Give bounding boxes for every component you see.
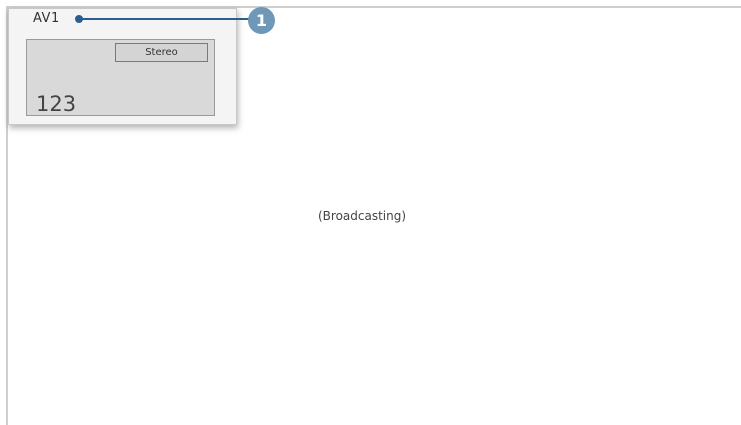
callout-number-badge: 1 <box>248 7 275 34</box>
osd-info-panel: AV1 Stereo 123 <box>8 8 237 125</box>
audio-mode-badge: Stereo <box>115 43 208 62</box>
channel-number: 123 <box>36 92 77 116</box>
channel-info-box: Stereo 123 <box>26 39 215 116</box>
input-source-label: AV1 <box>33 11 60 26</box>
broadcast-status-text: (Broadcasting) <box>318 209 407 223</box>
callout-leader-line <box>81 18 263 20</box>
